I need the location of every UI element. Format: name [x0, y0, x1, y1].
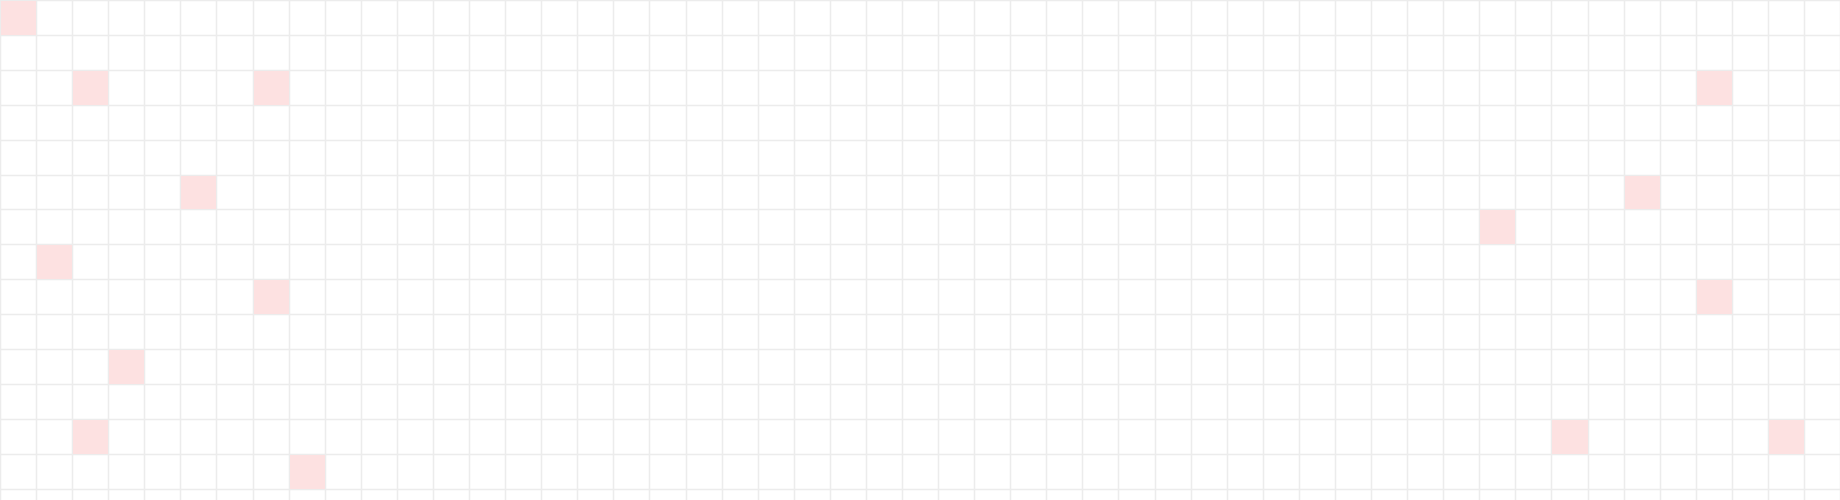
- grid-canvas: [0, 0, 1840, 500]
- highlighted-cell: [1697, 71, 1732, 105]
- highlighted-cell: [73, 420, 108, 454]
- highlighted-cell: [1769, 420, 1804, 454]
- highlighted-cell: [73, 71, 108, 105]
- highlighted-cell: [290, 455, 325, 489]
- highlighted-cell: [181, 176, 216, 209]
- highlighted-cell: [254, 280, 289, 314]
- highlighted-cell: [1552, 420, 1588, 454]
- highlighted-cell: [37, 245, 72, 279]
- highlighted-cell: [1697, 280, 1732, 314]
- highlighted-cell: [109, 350, 144, 384]
- highlighted-cell: [1, 1, 36, 35]
- highlighted-cell: [1625, 176, 1660, 209]
- highlighted-cell: [1480, 210, 1515, 244]
- highlighted-cell: [254, 71, 289, 105]
